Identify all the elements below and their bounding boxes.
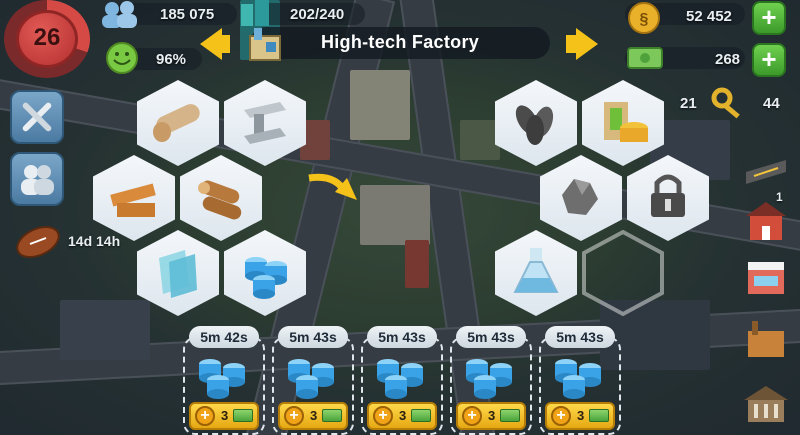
speed-up-button[interactable]: + 3	[367, 402, 437, 430]
speed-up-button[interactable]: + 3	[278, 402, 348, 430]
simcash-bill-icon	[627, 47, 663, 69]
plus-icon: +	[195, 406, 215, 426]
level-number: 26	[33, 24, 61, 51]
queue-timer: 5m 43s	[278, 326, 348, 348]
services-store-icon[interactable]	[740, 380, 792, 426]
simoleon-coin-icon: §	[628, 2, 660, 34]
speed-up-cost: 3	[310, 408, 318, 423]
plastic-icon	[466, 359, 512, 399]
factory-store-icon[interactable]	[740, 315, 792, 361]
plus-icon: +	[284, 406, 304, 426]
plastic-icon	[377, 359, 423, 399]
speed-up-button[interactable]: + 3	[545, 402, 615, 430]
simcash-bill-icon	[322, 409, 342, 422]
residential-store-icon[interactable]	[740, 198, 792, 244]
simcash-value: 268	[715, 51, 741, 68]
event-timer: 14d 14h	[68, 233, 121, 249]
level-badge[interactable]: 26	[4, 0, 90, 78]
platinum-keys-value: 44	[763, 95, 780, 112]
people-icon	[21, 165, 54, 195]
svg-text:§: §	[640, 11, 649, 28]
population-value: 185 075	[160, 6, 215, 23]
happy-face-icon[interactable]	[105, 41, 139, 75]
speed-up-cost: 3	[399, 408, 407, 423]
next-building-arrow-icon[interactable]	[566, 28, 598, 60]
plastic-icon	[555, 359, 601, 399]
queue-timer: 5m 43s	[367, 326, 437, 348]
plus-icon: +	[373, 406, 393, 426]
empty-product-slot[interactable]	[582, 230, 664, 316]
wrench-screwdriver-icon	[22, 102, 52, 132]
flow-arrow-icon	[308, 173, 357, 200]
speed-up-button[interactable]: + 3	[456, 402, 526, 430]
simcash-bill-icon	[589, 409, 609, 422]
speed-up-button[interactable]: + 3	[189, 402, 259, 430]
plastic-icon	[199, 359, 245, 399]
queue-timer: 5m 42s	[189, 326, 259, 348]
queue-timer: 5m 43s	[456, 326, 526, 348]
simcash-bill-icon	[233, 409, 253, 422]
simcash-bill-icon	[411, 409, 431, 422]
tools-button[interactable]	[10, 90, 64, 144]
happiness-value: 96%	[156, 51, 187, 68]
page-title: High-tech Factory	[320, 32, 480, 52]
plus-icon: +	[462, 406, 482, 426]
capacity-value: 202/240	[290, 6, 345, 23]
road-icon[interactable]	[740, 150, 792, 196]
speed-up-cost: 3	[488, 408, 496, 423]
simoleons-value: 52 452	[686, 8, 732, 25]
previous-building-arrow-icon[interactable]	[200, 28, 230, 60]
friends-button[interactable]	[10, 152, 64, 206]
golden-key-icon[interactable]	[710, 86, 746, 122]
speed-up-cost: 3	[221, 408, 229, 423]
population-icon[interactable]	[96, 0, 142, 30]
queue-timer: 5m 43s	[545, 326, 615, 348]
add-simcash-button[interactable]: +	[752, 43, 786, 77]
football-event-icon[interactable]	[12, 222, 66, 262]
plus-icon: +	[551, 406, 571, 426]
plastic-icon	[288, 359, 334, 399]
add-simoleons-button[interactable]: +	[752, 1, 786, 35]
golden-keys-value: 21	[680, 95, 697, 112]
speed-up-cost: 3	[577, 408, 585, 423]
simcash-bill-icon	[500, 409, 520, 422]
commercial-store-icon[interactable]	[740, 252, 792, 298]
